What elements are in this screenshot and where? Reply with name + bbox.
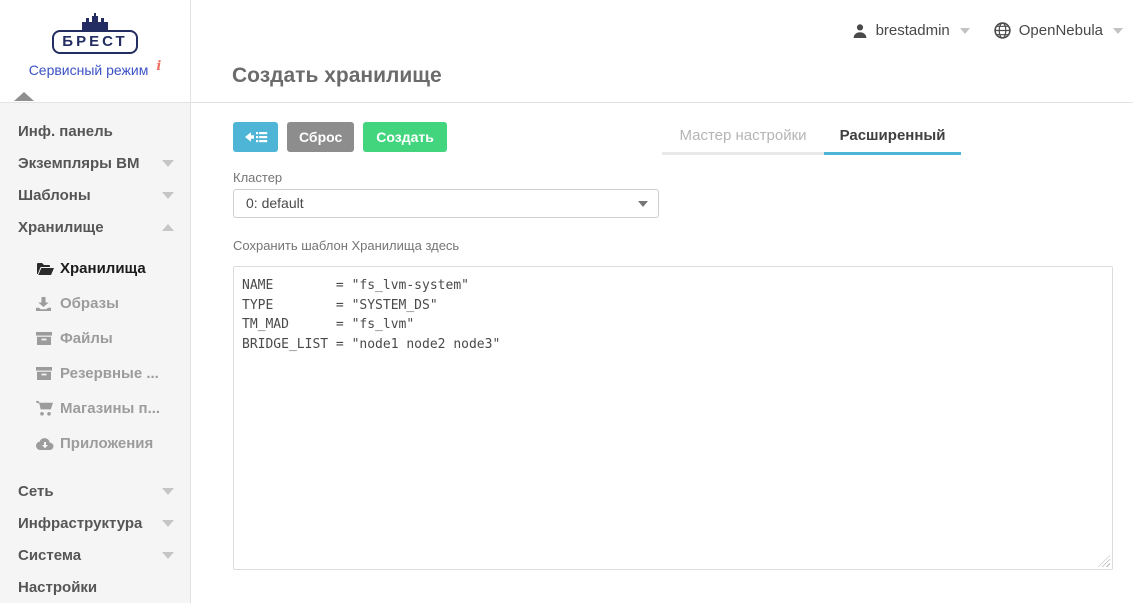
username-label: brestadmin xyxy=(876,22,950,39)
chevron-down-icon xyxy=(960,28,970,34)
zone-menu[interactable]: OpenNebula xyxy=(994,22,1123,39)
sidebar-item-system[interactable]: Система xyxy=(0,539,190,571)
select-caret-icon xyxy=(638,201,648,207)
datastore-template-textarea[interactable]: NAME = "fs_lvm-system" TYPE = "SYSTEM_DS… xyxy=(233,266,1113,570)
page-title: Создать хранилище xyxy=(232,64,442,88)
storage-submenu: Хранилища Образы Файлы xyxy=(0,243,190,475)
cluster-select[interactable]: 0: default xyxy=(233,189,659,218)
sidebar-item-label: Шаблоны xyxy=(18,187,162,204)
sidebar-item-templates[interactable]: Шаблоны xyxy=(0,179,190,211)
user-menu[interactable]: brestadmin xyxy=(852,22,970,39)
sidebar-subitem-apps[interactable]: Приложения xyxy=(0,426,190,461)
sidebar-item-settings[interactable]: Настройки xyxy=(0,571,190,603)
sidebar-subitem-marketplaces[interactable]: Магазины п... xyxy=(0,391,190,426)
sidebar-item-label: Инфраструктура xyxy=(18,515,162,532)
sidebar-menu: Инф. панель Экземпляры ВМ Шаблоны Хранил… xyxy=(0,103,190,603)
datastore-form: Кластер 0: default Сохранить шаблон Хран… xyxy=(233,104,1113,603)
logo-area: БРЕСТ Сервисный режим i xyxy=(0,0,190,103)
user-zone-bar: brestadmin OpenNebula xyxy=(852,22,1123,39)
chevron-down-icon xyxy=(162,488,174,495)
service-mode-row: Сервисный режим i xyxy=(29,54,162,78)
info-icon[interactable]: i xyxy=(156,59,161,74)
collapse-up-icon[interactable] xyxy=(14,92,34,101)
sidebar-subitem-label: Резервные ... xyxy=(60,365,159,382)
sidebar-item-dashboard[interactable]: Инф. панель xyxy=(0,115,190,147)
chevron-down-icon xyxy=(162,520,174,527)
chevron-up-icon xyxy=(162,224,174,231)
globe-icon xyxy=(994,22,1011,39)
chevron-down-icon xyxy=(162,192,174,199)
sidebar-subitem-files[interactable]: Файлы xyxy=(0,321,190,356)
archive-icon xyxy=(36,332,60,345)
sidebar: БРЕСТ Сервисный режим i Инф. панель Экзе… xyxy=(0,0,191,603)
sidebar-subitem-datastores[interactable]: Хранилища xyxy=(0,251,190,286)
sidebar-subitem-label: Хранилища xyxy=(60,260,146,277)
cloud-download-icon xyxy=(36,438,60,450)
zone-label: OpenNebula xyxy=(1019,22,1103,39)
chevron-down-icon xyxy=(1113,28,1123,34)
folder-open-icon xyxy=(36,262,60,276)
sidebar-item-label: Настройки xyxy=(18,579,174,596)
sidebar-item-label: Инф. панель xyxy=(18,123,174,140)
archive-icon xyxy=(36,367,60,380)
sidebar-subitem-label: Приложения xyxy=(60,435,153,452)
user-icon xyxy=(852,23,868,39)
page-header: brestadmin OpenNebula Создать хранилище xyxy=(191,0,1133,103)
sidebar-item-label: Хранилище xyxy=(18,219,162,236)
service-mode-link[interactable]: Сервисный режим xyxy=(29,62,149,78)
chevron-down-icon xyxy=(162,552,174,559)
cluster-select-value: 0: default xyxy=(246,195,304,211)
sidebar-item-label: Система xyxy=(18,547,162,564)
sidebar-item-label: Сеть xyxy=(18,483,162,500)
sidebar-item-vm-instances[interactable]: Экземпляры ВМ xyxy=(0,147,190,179)
sidebar-subitem-label: Файлы xyxy=(60,330,113,347)
sidebar-subitem-backups[interactable]: Резервные ... xyxy=(0,356,190,391)
sidebar-subitem-label: Магазины п... xyxy=(60,400,160,417)
sidebar-item-network[interactable]: Сеть xyxy=(0,475,190,507)
sidebar-subitem-label: Образы xyxy=(60,295,119,312)
sidebar-item-label: Экземпляры ВМ xyxy=(18,155,162,172)
sidebar-item-infrastructure[interactable]: Инфраструктура xyxy=(0,507,190,539)
sidebar-subitem-images[interactable]: Образы xyxy=(0,286,190,321)
brand-logo: БРЕСТ xyxy=(52,30,137,54)
castle-logo-icon xyxy=(78,12,112,32)
sidebar-item-storage[interactable]: Хранилище xyxy=(0,211,190,243)
template-label: Сохранить шаблон Хранилища здесь xyxy=(233,238,459,253)
cart-icon xyxy=(36,401,60,416)
download-icon xyxy=(36,297,60,311)
main-content: Сброс Создать Мастер настройки Расширенн… xyxy=(191,104,1133,603)
chevron-down-icon xyxy=(162,160,174,167)
cluster-label: Кластер xyxy=(233,170,282,185)
